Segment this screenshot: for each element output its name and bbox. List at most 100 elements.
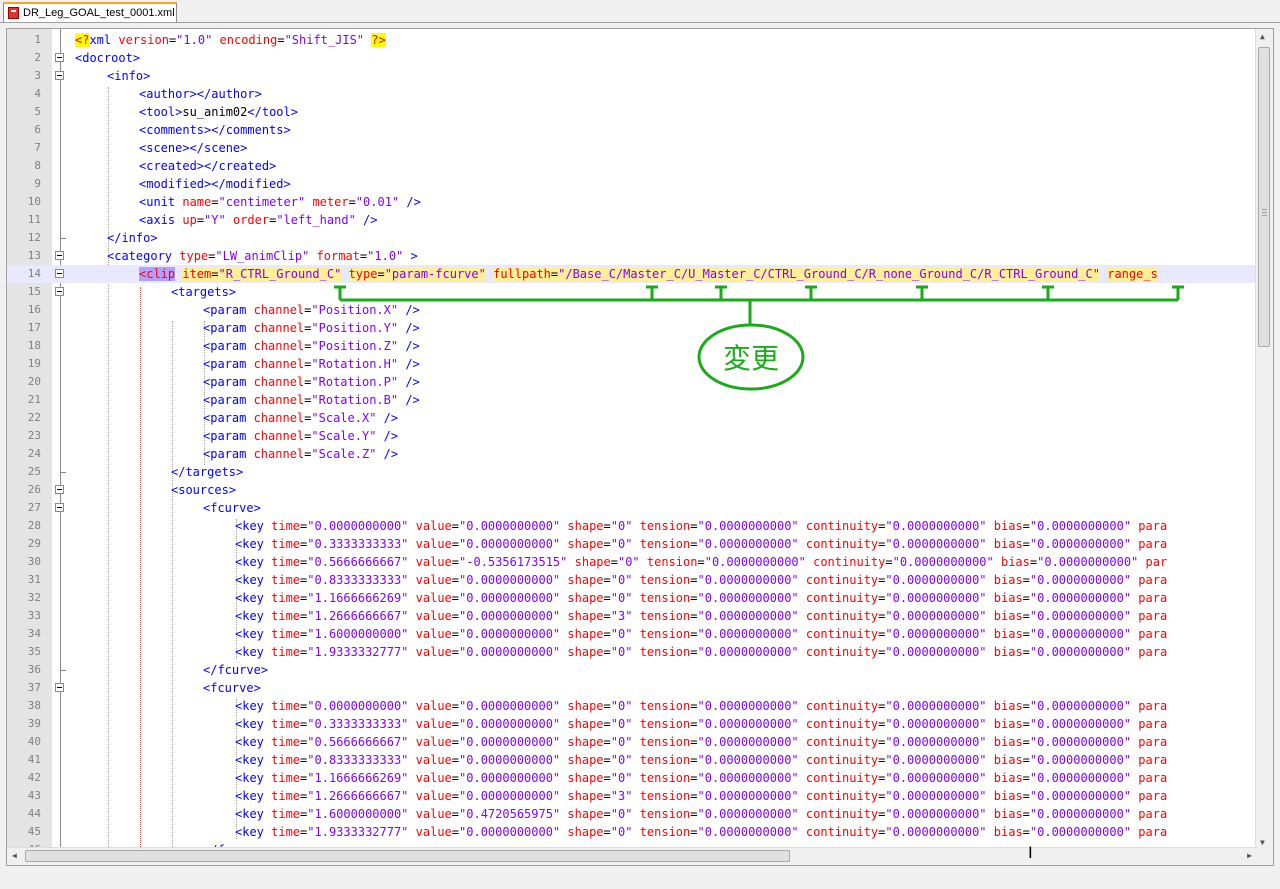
code-token: "0.0000000000" bbox=[885, 771, 987, 785]
code-line[interactable]: 33 <key time="1.2666666667" value="0.0000… bbox=[7, 607, 1257, 625]
code-line[interactable]: 10 <unit name="centimeter" meter="0.01" /… bbox=[7, 193, 1257, 211]
code-line[interactable]: 37 <fcurve> bbox=[7, 679, 1257, 697]
code-token: "0.0000000000" bbox=[697, 573, 799, 587]
code-line[interactable]: 22 <param channel="Scale.X" /> bbox=[7, 409, 1257, 427]
code-line[interactable]: 2 <docroot> bbox=[7, 49, 1257, 67]
code-line[interactable]: 28 <key time="0.0000000000" value="0.0000… bbox=[7, 517, 1257, 535]
code-line[interactable]: 6 <comments></comments> bbox=[7, 121, 1257, 139]
code-token: continuity bbox=[805, 717, 879, 731]
code-line[interactable]: 29 <key time="0.3333333333" value="0.0000… bbox=[7, 535, 1257, 553]
code-line[interactable]: 40 <key time="0.5666666667" value="0.0000… bbox=[7, 733, 1257, 751]
code-token: <key bbox=[235, 645, 272, 659]
code-line[interactable]: 1 <?xml version="1.0" encoding="Shift_JIS… bbox=[7, 31, 1257, 49]
code-token: = bbox=[1022, 627, 1030, 641]
code-token: "0.0000000000" bbox=[885, 699, 987, 713]
vertical-scrollbar[interactable]: ▲ ─ ─ ─ ▼ bbox=[1255, 29, 1273, 850]
code-line[interactable]: 8 <created></created> bbox=[7, 157, 1257, 175]
fold-toggle-icon[interactable] bbox=[55, 485, 64, 494]
code-line[interactable]: 13 <category type="LW_animClip" format="1… bbox=[7, 247, 1257, 265]
code-token: para bbox=[1138, 519, 1168, 533]
code-line[interactable]: 36 </fcurve> bbox=[7, 661, 1257, 679]
scroll-right-icon[interactable]: ▶ bbox=[1247, 851, 1252, 860]
code-token: shape bbox=[567, 537, 604, 551]
scroll-left-icon[interactable]: ◀ bbox=[12, 851, 17, 860]
code-token: <key bbox=[235, 717, 272, 731]
code-line[interactable]: 12 </info> bbox=[7, 229, 1257, 247]
code-line[interactable]: 25 </targets> bbox=[7, 463, 1257, 481]
code-line[interactable]: 3 <info> bbox=[7, 67, 1257, 85]
code-token: "1.9333332777" bbox=[307, 825, 409, 839]
code-token: "0.0000000000" bbox=[1029, 519, 1132, 533]
horizontal-scroll-thumb[interactable] bbox=[25, 850, 790, 862]
tab-file[interactable]: DR_Leg_GOAL_test_0001.xml bbox=[3, 2, 177, 22]
code-editor[interactable]: 1 <?xml version = "1.0" encoding = "Shift_JIS… bbox=[6, 28, 1274, 866]
code-line[interactable]: 27 <fcurve> bbox=[7, 499, 1257, 517]
fold-toggle-icon[interactable] bbox=[55, 287, 64, 296]
code-token: <fcurve> bbox=[203, 501, 261, 515]
code-text: <fcurve> bbox=[203, 499, 261, 517]
code-line[interactable]: 18 <param channel="Position.Z" /> bbox=[7, 337, 1257, 355]
code-token: channel bbox=[253, 321, 305, 335]
code-token: = bbox=[690, 645, 698, 659]
code-line[interactable]: 16 <param channel="Position.X" /> bbox=[7, 301, 1257, 319]
code-line[interactable]: 21 <param channel="Rotation.B" /> bbox=[7, 391, 1257, 409]
code-token: "0.8333333333" bbox=[307, 753, 409, 767]
code-line[interactable]: 38 <key time="0.0000000000" value="0.0000… bbox=[7, 697, 1257, 715]
code-line[interactable]: 31 <key time="0.8333333333" value="0.0000… bbox=[7, 571, 1257, 589]
code-token: para bbox=[1138, 645, 1168, 659]
code-line[interactable]: 15 <targets> bbox=[7, 283, 1257, 301]
code-line[interactable]: 45 <key time="1.9333332777" value="0.0000… bbox=[7, 823, 1257, 841]
code-line[interactable]: 30 <key time="0.5666666667" value="-0.535… bbox=[7, 553, 1257, 571]
fold-toggle-icon[interactable] bbox=[55, 683, 64, 692]
code-line[interactable]: 43 <key time="1.2666666667" value="0.0000… bbox=[7, 787, 1257, 805]
fold-toggle-icon[interactable] bbox=[55, 503, 64, 512]
code-token: = bbox=[603, 789, 611, 803]
fold-toggle-icon[interactable] bbox=[55, 53, 64, 62]
code-token: para bbox=[1138, 735, 1168, 749]
code-token: <unit bbox=[139, 195, 183, 209]
code-token: = bbox=[451, 753, 460, 767]
code-line[interactable]: 39 <key time="0.3333333333" value="0.0000… bbox=[7, 715, 1257, 733]
code-line[interactable]: 7 <scene></scene> bbox=[7, 139, 1257, 157]
code-token: "Rotation.B" bbox=[311, 393, 399, 407]
fold-toggle-icon[interactable] bbox=[55, 71, 64, 80]
code-token: "0.0000000000" bbox=[1029, 609, 1132, 623]
code-line[interactable]: 5 <tool>su_anim02</tool> bbox=[7, 103, 1257, 121]
code-line[interactable]: 23 <param channel="Scale.Y" /> bbox=[7, 427, 1257, 445]
code-line[interactable]: 19 <param channel="Rotation.H" /> bbox=[7, 355, 1257, 373]
code-line[interactable]: 34 <key time="1.6000000000" value="0.0000… bbox=[7, 625, 1257, 643]
code-token: shape bbox=[567, 735, 604, 749]
code-line[interactable]: 26 <sources> bbox=[7, 481, 1257, 499]
code-token: <param bbox=[203, 339, 254, 353]
fold-toggle-icon[interactable] bbox=[55, 251, 64, 260]
code-line[interactable]: 4 <author></author> bbox=[7, 85, 1257, 103]
line-number: 12 bbox=[27, 231, 41, 244]
scroll-up-icon[interactable]: ▲ bbox=[1260, 32, 1265, 41]
fold-toggle-icon[interactable] bbox=[55, 269, 64, 278]
code-line[interactable]: 44 <key time="1.6000000000" value="0.4720… bbox=[7, 805, 1257, 823]
code-line[interactable]: 35 <key time="1.9333332777" value="0.0000… bbox=[7, 643, 1257, 661]
code-line[interactable]: 14 <clip item="R_CTRL_Ground_C" type="par… bbox=[7, 265, 1257, 283]
scroll-down-icon[interactable]: ▼ bbox=[1260, 838, 1265, 847]
code-token: /> bbox=[398, 393, 420, 407]
code-line[interactable]: 41 <key time="0.8333333333" value="0.0000… bbox=[7, 751, 1257, 769]
code-line[interactable]: 17 <param channel="Position.Y" /> bbox=[7, 319, 1257, 337]
code-token: /> bbox=[376, 411, 399, 425]
code-line[interactable]: 32 <key time="1.1666666269" value="0.0000… bbox=[7, 589, 1257, 607]
code-token: <param bbox=[203, 357, 254, 371]
code-line[interactable]: 9 <modified></modified> bbox=[7, 175, 1257, 193]
code-token: "0" bbox=[610, 573, 633, 587]
code-line[interactable]: 20 <param channel="Rotation.P" /> bbox=[7, 373, 1257, 391]
code-line[interactable]: 42 <key time="1.1666666269" value="0.0000… bbox=[7, 769, 1257, 787]
horizontal-scrollbar[interactable]: ◀ ▶ bbox=[7, 847, 1257, 865]
vertical-scroll-thumb[interactable]: ─ ─ ─ bbox=[1258, 47, 1270, 347]
code-line[interactable]: 24 <param channel="Scale.Z" /> bbox=[7, 445, 1257, 463]
code-line[interactable]: 11 <axis up="Y" order="left_hand" /> bbox=[7, 211, 1257, 229]
